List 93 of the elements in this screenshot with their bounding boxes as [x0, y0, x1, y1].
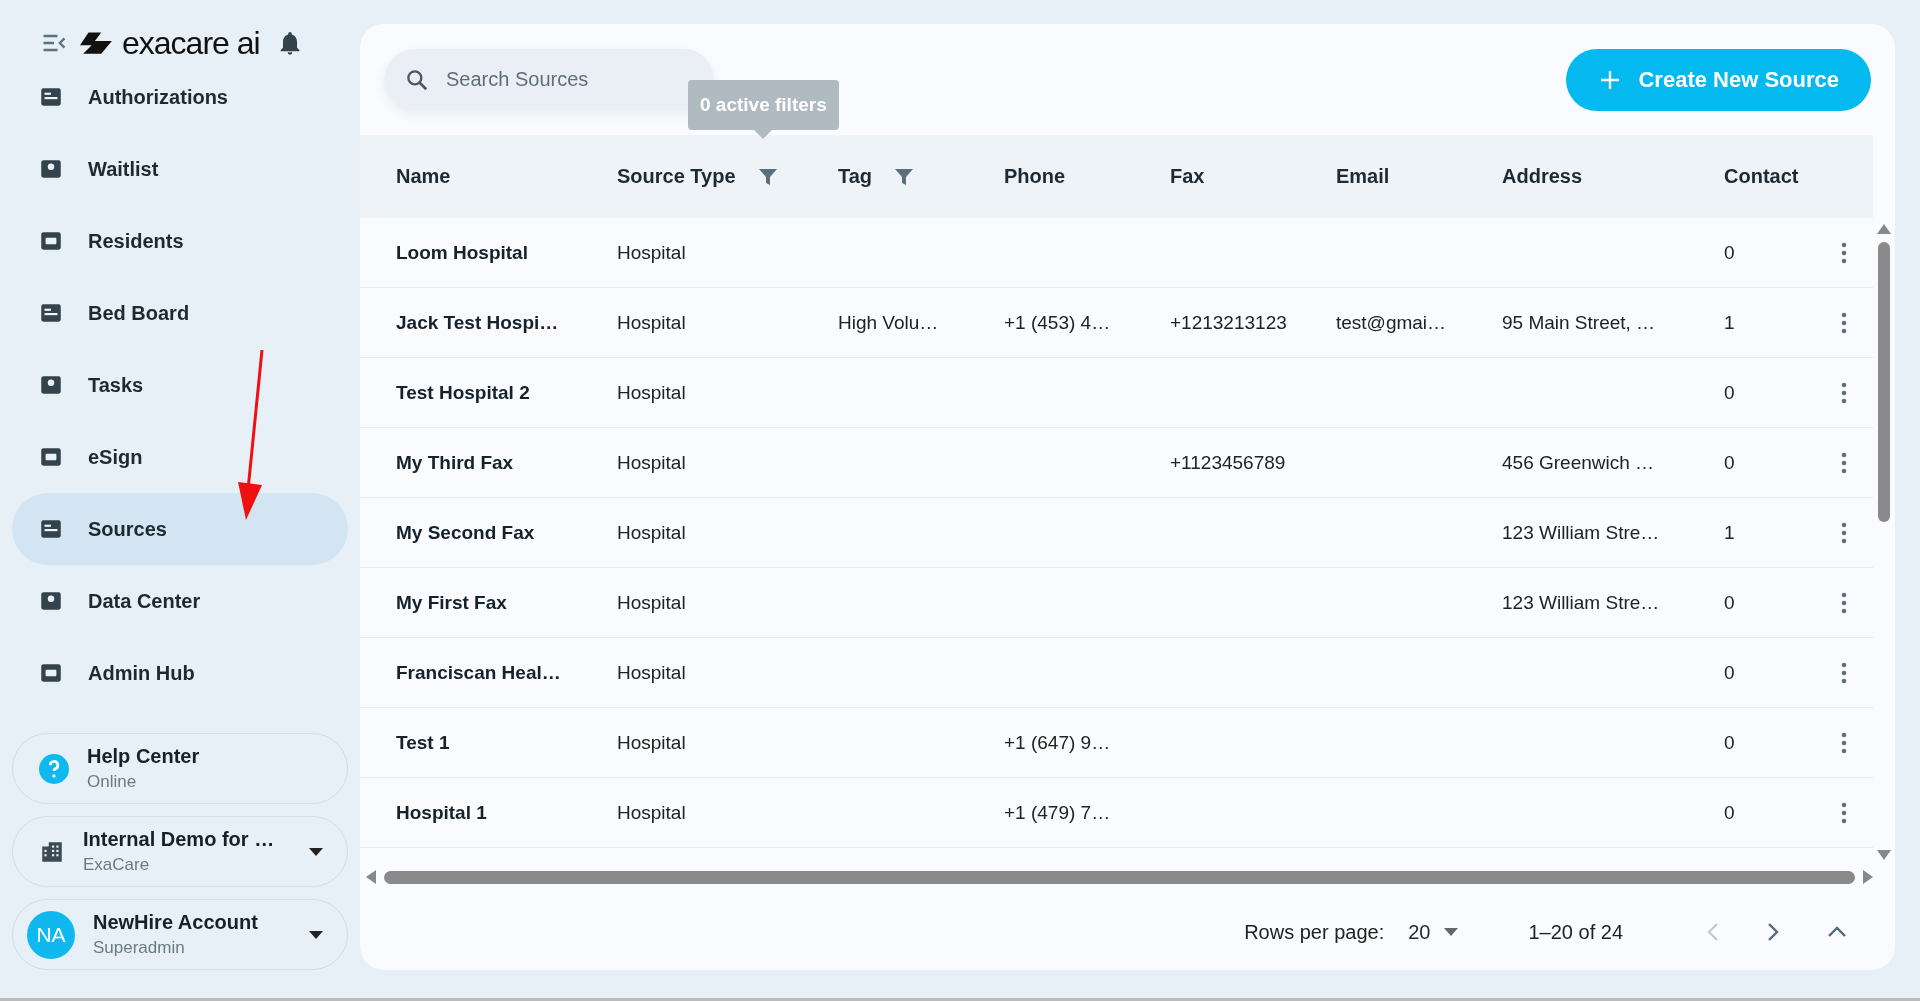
table-cell: +1 (453) 4…: [1004, 311, 1111, 334]
column-header[interactable]: Name: [396, 165, 451, 188]
logo-text: exacare ai: [122, 24, 260, 62]
table-cell: 1: [1724, 521, 1735, 544]
column-header[interactable]: Email: [1336, 165, 1390, 188]
table-cell: My Third Fax: [396, 451, 514, 474]
scrollbar-thumb[interactable]: [384, 870, 1855, 884]
column-header[interactable]: Source Type: [617, 165, 736, 188]
column-header[interactable]: Fax: [1170, 165, 1205, 188]
table-cell: Hospital: [617, 731, 686, 754]
nav-item[interactable]: Data Center: [12, 565, 348, 637]
more-options-icon[interactable]: [1841, 661, 1847, 684]
table-cell: 0: [1724, 661, 1735, 684]
rows-per-page-label: Rows per page:: [1244, 920, 1385, 944]
table-cell: 456 Greenwich …: [1502, 451, 1655, 474]
table-cell: Hospital: [617, 241, 686, 264]
table-cell: Hospital: [617, 311, 686, 334]
scroll-down-icon[interactable]: [1877, 850, 1891, 860]
table-cell: Hospital: [617, 591, 686, 614]
column-header[interactable]: Tag: [838, 165, 873, 188]
more-options-icon[interactable]: [1841, 381, 1847, 404]
table-cell: 0: [1724, 451, 1735, 474]
more-options-icon[interactable]: [1841, 731, 1847, 754]
table-cell: 1: [1724, 311, 1735, 334]
tooltip-pointer-icon: [754, 130, 773, 139]
nav-item[interactable]: Sources: [12, 493, 348, 565]
more-options-icon[interactable]: [1841, 241, 1847, 264]
table-cell: Test 1: [396, 731, 450, 754]
table-cell: 0: [1724, 801, 1735, 824]
table-cell: test@gmai…: [1336, 311, 1447, 334]
table-cell: 0: [1724, 591, 1735, 614]
rows-per-page-select[interactable]: 20: [1408, 920, 1459, 944]
organization-company: ExaCare: [83, 855, 151, 875]
nav-item[interactable]: Waitlist: [12, 133, 348, 205]
nav-item[interactable]: eSign: [12, 421, 348, 493]
table-cell: 0: [1724, 731, 1735, 754]
more-options-icon[interactable]: [1841, 521, 1847, 544]
column-header[interactable]: Phone: [1004, 165, 1066, 188]
table-cell: Hospital: [617, 521, 686, 544]
filter-icon[interactable]: [757, 166, 778, 187]
collapse-icon[interactable]: [1827, 926, 1847, 938]
logo-icon: [80, 30, 114, 56]
help-title: Help Center: [87, 745, 201, 768]
organization-name: Internal Demo for …: [83, 828, 276, 851]
table-cell: +1 (647) 9…: [1004, 731, 1111, 754]
table-cell: 95 Main Street, …: [1502, 311, 1656, 334]
table-cell: +1123456789: [1170, 451, 1286, 474]
avatar: NA: [27, 910, 75, 959]
table-cell: Hospital: [617, 451, 686, 474]
table-cell: High Volu…: [838, 311, 939, 334]
scroll-right-icon[interactable]: [1863, 870, 1873, 884]
caret-icon: [1444, 928, 1459, 936]
more-options-icon[interactable]: [1841, 311, 1847, 334]
table-cell: Franciscan Heal…: [396, 661, 561, 684]
account-name: NewHire Account: [93, 911, 259, 934]
nav-item[interactable]: Bed Board: [12, 277, 348, 349]
column-header[interactable]: Contact: [1724, 165, 1799, 188]
table-cell: 123 William Stre…: [1502, 521, 1660, 544]
caret-icon: [309, 930, 323, 939]
table-cell: Loom Hospital: [396, 241, 528, 264]
table-cell: Jack Test Hospi…: [396, 311, 559, 334]
table-cell: My Second Fax: [396, 521, 535, 544]
table-cell: +1 (479) 7…: [1004, 801, 1111, 824]
help-status: Online: [87, 772, 138, 792]
table-cell: 0: [1724, 381, 1735, 404]
help-icon: [39, 753, 69, 784]
nav-item[interactable]: Authorizations: [12, 88, 348, 133]
nav-item[interactable]: Admin Hub: [12, 637, 348, 709]
table-cell: 0: [1724, 241, 1735, 264]
account-role: Superadmin: [93, 938, 186, 958]
nav-item[interactable]: Tasks: [12, 349, 348, 421]
table-cell: Hospital: [617, 801, 686, 824]
column-header[interactable]: Address: [1502, 165, 1583, 188]
more-options-icon[interactable]: [1841, 801, 1847, 824]
table-cell: +1213213123: [1170, 311, 1287, 334]
page-range: 1–20 of 24: [1528, 920, 1623, 944]
table-cell: Hospital 1: [396, 801, 487, 824]
table-cell: 123 William Stre…: [1502, 591, 1660, 614]
table-cell: Hospital: [617, 661, 686, 684]
next-page-icon[interactable]: [1767, 922, 1779, 942]
more-options-icon[interactable]: [1841, 591, 1847, 614]
table-cell: My First Fax: [396, 591, 507, 614]
tooltip: 0 active filters: [688, 80, 839, 139]
plus-icon: [1600, 69, 1621, 90]
scroll-left-icon[interactable]: [366, 870, 376, 884]
caret-icon: [309, 847, 323, 856]
scrollbar-thumb[interactable]: [1878, 242, 1890, 522]
scroll-up-icon[interactable]: [1877, 224, 1891, 234]
more-options-icon[interactable]: [1841, 451, 1847, 474]
table-cell: Hospital: [617, 381, 686, 404]
table-cell: Test Hospital 2: [396, 381, 530, 404]
filter-icon[interactable]: [894, 166, 915, 187]
nav-item[interactable]: Residents: [12, 205, 348, 277]
